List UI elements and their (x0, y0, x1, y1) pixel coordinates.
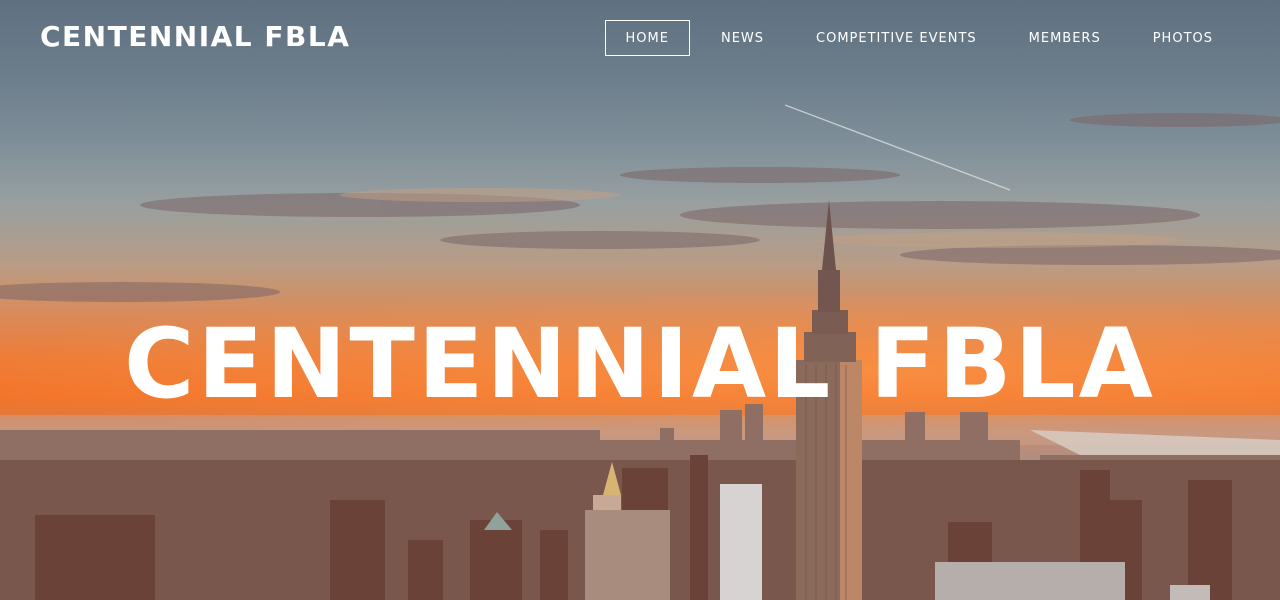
hero-section: CENTENNIAL FBLA HOME NEWS COMPETITIVE EV… (0, 0, 1280, 600)
nav-news[interactable]: NEWS (700, 20, 785, 56)
main-nav: HOME NEWS COMPETITIVE EVENTS MEMBERS PHO… (595, 20, 1234, 56)
clouds (0, 113, 1280, 302)
nav-competitive-events[interactable]: COMPETITIVE EVENTS (795, 20, 998, 56)
top-navigation-bar: CENTENNIAL FBLA HOME NEWS COMPETITIVE EV… (0, 0, 1280, 78)
nav-home[interactable]: HOME (604, 20, 690, 56)
city-skyline-image (0, 104, 1280, 600)
nav-members[interactable]: MEMBERS (1008, 20, 1122, 56)
hero-headline: CENTENNIAL FBLA (124, 308, 1156, 421)
site-logo-title[interactable]: CENTENNIAL FBLA (40, 20, 350, 53)
nav-photos[interactable]: PHOTOS (1132, 20, 1234, 56)
